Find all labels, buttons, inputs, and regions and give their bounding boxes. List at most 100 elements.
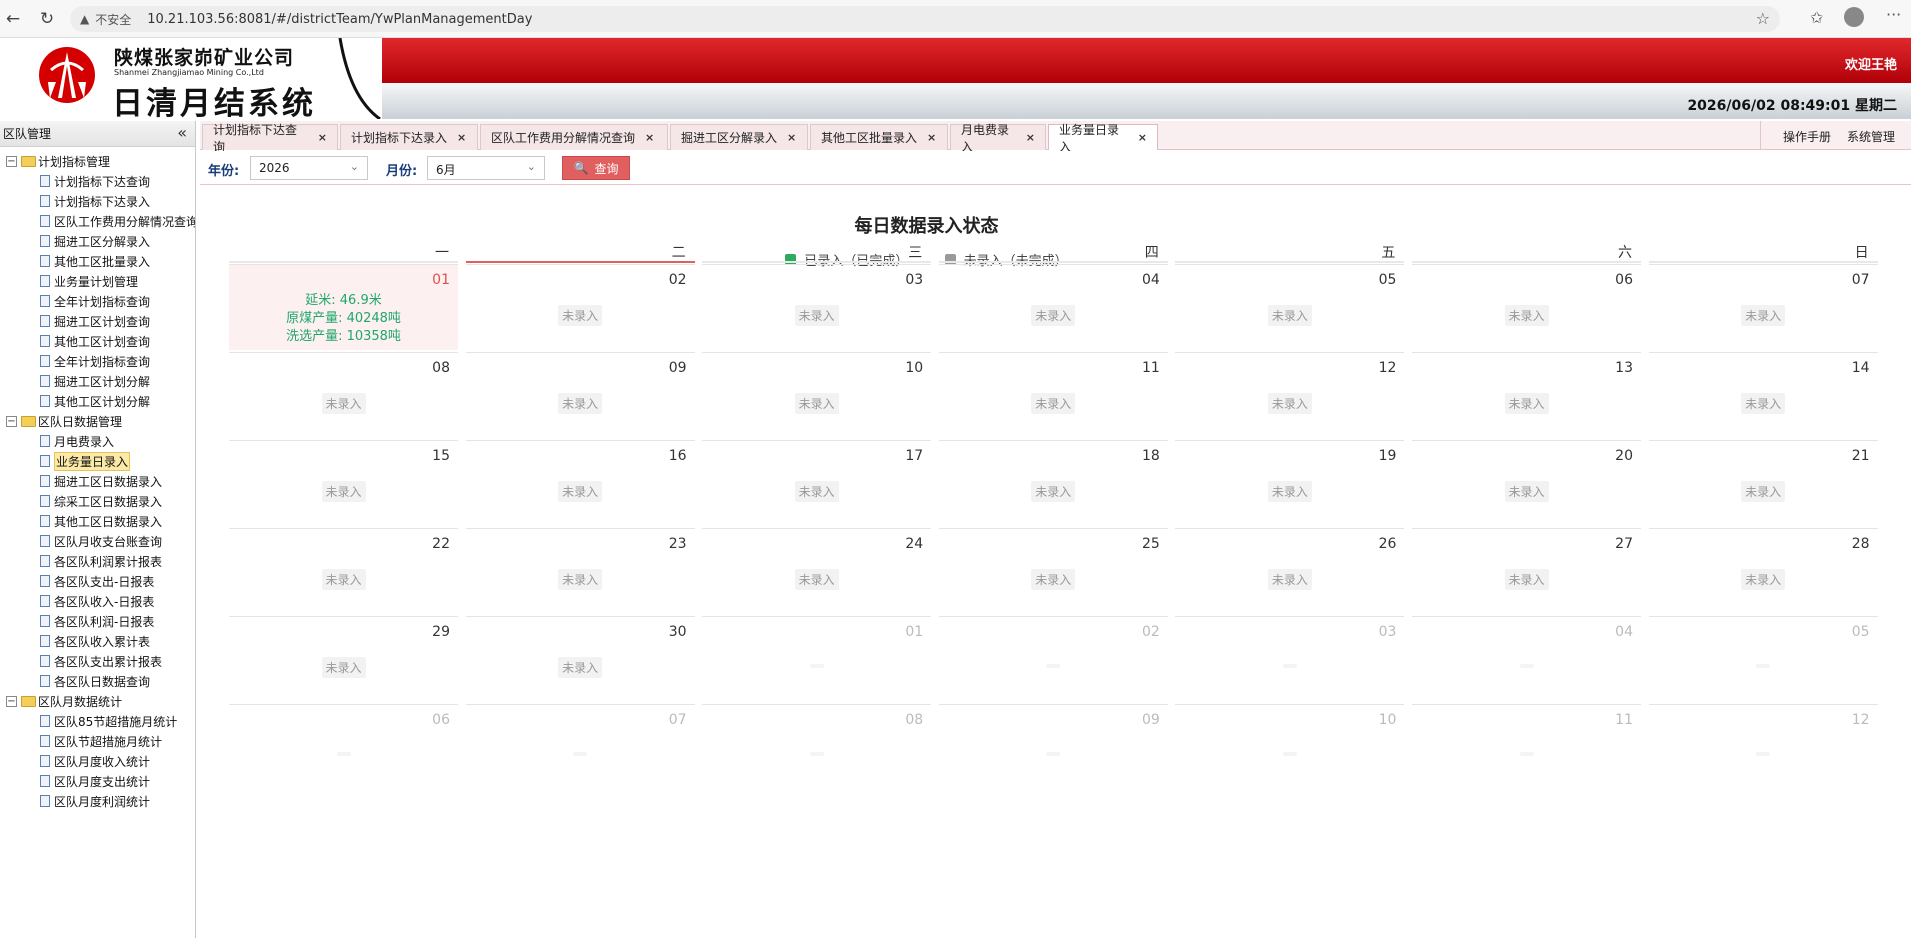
sidebar-item[interactable]: 其他工区计划分解 bbox=[0, 391, 195, 411]
calendar-day-cell[interactable]: 22 未录入 bbox=[229, 528, 458, 614]
sidebar-item[interactable]: 区队月度支出统计 bbox=[0, 771, 195, 791]
calendar-day-cell[interactable]: 11 未录入 bbox=[938, 352, 1168, 438]
tab[interactable]: 业务量日录入 × bbox=[1048, 123, 1158, 154]
sidebar-item[interactable]: 月电费录入 bbox=[0, 431, 195, 451]
collapse-icon[interactable]: − bbox=[6, 415, 17, 427]
reload-icon[interactable]: ↻ bbox=[36, 8, 58, 30]
calendar-day-cell[interactable]: 25 未录入 bbox=[938, 528, 1168, 614]
calendar-day-cell[interactable]: 27 未录入 bbox=[1412, 528, 1641, 614]
system-management-link[interactable]: 系统管理 bbox=[1847, 128, 1895, 145]
weekday-header: 四 bbox=[1144, 245, 1159, 261]
calendar-day-cell[interactable]: 28 未录入 bbox=[1648, 528, 1878, 614]
sidebar-item[interactable]: 区队月度收入统计 bbox=[0, 751, 195, 771]
sidebar-item[interactable]: 全年计划指标查询 bbox=[0, 291, 195, 311]
collapse-icon[interactable]: − bbox=[6, 155, 17, 167]
sidebar-item[interactable]: 各区队收入-日报表 bbox=[0, 591, 195, 611]
tab-label: 月电费录入 bbox=[961, 122, 1010, 154]
sidebar-item[interactable]: 掘进工区计划查询 bbox=[0, 311, 195, 331]
calendar-day-cell[interactable]: 14 未录入 bbox=[1648, 352, 1878, 438]
calendar-day-cell[interactable]: 21 未录入 bbox=[1648, 440, 1878, 526]
sidebar-item[interactable]: 区队工作费用分解情况查询 bbox=[0, 211, 195, 231]
collapse-sidebar-icon[interactable]: « bbox=[177, 123, 187, 142]
tab[interactable]: 计划指标下达录入 × bbox=[340, 124, 478, 150]
calendar-day-cell[interactable]: 16 未录入 bbox=[465, 440, 695, 526]
tab[interactable]: 计划指标下达查询 × bbox=[202, 123, 338, 154]
calendar-day-cell[interactable]: 23 未录入 bbox=[465, 528, 695, 614]
close-icon[interactable]: × bbox=[457, 131, 466, 144]
sidebar-item[interactable]: 区队85节超措施月统计 bbox=[0, 711, 195, 731]
sidebar-item[interactable]: 各区队利润-日报表 bbox=[0, 611, 195, 631]
sidebar-item[interactable]: 区队节超措施月统计 bbox=[0, 731, 195, 751]
calendar-day-cell[interactable]: 18 未录入 bbox=[938, 440, 1168, 526]
calendar-day-cell[interactable]: 26 未录入 bbox=[1175, 528, 1405, 614]
query-button[interactable]: 🔍 查询 bbox=[562, 156, 630, 180]
sidebar-item[interactable]: 其他工区日数据录入 bbox=[0, 511, 195, 531]
tree-group[interactable]: − 计划指标管理 bbox=[0, 151, 195, 171]
sidebar-item[interactable]: 掘进工区计划分解 bbox=[0, 371, 195, 391]
collapse-icon[interactable]: − bbox=[6, 695, 17, 707]
bookmark-star-icon[interactable]: ☆ bbox=[1756, 9, 1770, 28]
more-menu-icon[interactable]: ··· bbox=[1886, 5, 1901, 24]
sidebar-item[interactable]: 掘进工区分解录入 bbox=[0, 231, 195, 251]
close-icon[interactable]: × bbox=[1026, 131, 1035, 144]
status-badge: 未录入 bbox=[558, 305, 603, 326]
sidebar-item-label: 业务量日录入 bbox=[54, 451, 131, 471]
tree-group[interactable]: − 区队月数据统计 bbox=[0, 691, 195, 711]
help-manual-link[interactable]: 操作手册 bbox=[1783, 128, 1831, 145]
sidebar-item[interactable]: 区队月度利润统计 bbox=[0, 791, 195, 811]
calendar-day-cell[interactable]: 24 未录入 bbox=[702, 528, 932, 614]
tab[interactable]: 其他工区批量录入 × bbox=[810, 124, 948, 150]
calendar-day-cell[interactable]: 01 延米: 46.9米 原煤产量: 40248吨 洗选产量: 10358吨 bbox=[229, 264, 458, 350]
calendar-day-cell[interactable]: 05 未录入 bbox=[1175, 264, 1405, 350]
calendar-day-cell[interactable]: 19 未录入 bbox=[1175, 440, 1405, 526]
tab[interactable]: 月电费录入 × bbox=[950, 123, 1046, 154]
calendar-day-cell[interactable]: 29 未录入 bbox=[229, 616, 458, 702]
favorites-icon[interactable]: ✩ bbox=[1810, 8, 1823, 27]
calendar-day-cell[interactable]: 20 未录入 bbox=[1412, 440, 1641, 526]
calendar-day-cell[interactable]: 09 未录入 bbox=[465, 352, 695, 438]
sidebar-item[interactable]: 综采工区日数据录入 bbox=[0, 491, 195, 511]
tree-group[interactable]: − 区队日数据管理 bbox=[0, 411, 195, 431]
sidebar-item[interactable]: 各区队收入累计表 bbox=[0, 631, 195, 651]
close-icon[interactable]: × bbox=[787, 131, 796, 144]
sidebar-item[interactable]: 计划指标下达录入 bbox=[0, 191, 195, 211]
calendar-day-cell[interactable]: 13 未录入 bbox=[1412, 352, 1641, 438]
url-text[interactable]: 10.21.103.56:8081/#/districtTeam/YwPlanM… bbox=[147, 12, 532, 27]
calendar-day-cell[interactable]: 06 未录入 bbox=[1412, 264, 1641, 350]
weekday-underline bbox=[1648, 261, 1878, 263]
close-icon[interactable]: × bbox=[318, 131, 327, 144]
sidebar-item[interactable]: 业务量计划管理 bbox=[0, 271, 195, 291]
back-icon[interactable]: ← bbox=[2, 8, 24, 30]
sidebar-item[interactable]: 各区队支出-日报表 bbox=[0, 571, 195, 591]
sidebar-item[interactable]: 业务量日录入 bbox=[0, 451, 195, 471]
tab[interactable]: 区队工作费用分解情况查询 × bbox=[480, 124, 668, 150]
calendar-day-cell[interactable]: 03 未录入 bbox=[702, 264, 932, 350]
sidebar-item[interactable]: 各区队支出累计报表 bbox=[0, 651, 195, 671]
month-select[interactable]: 6月 ⌄ bbox=[427, 156, 545, 180]
calendar-day-cell[interactable]: 15 未录入 bbox=[229, 440, 458, 526]
profile-avatar-icon[interactable] bbox=[1844, 7, 1864, 27]
sidebar-item[interactable]: 各区队日数据查询 bbox=[0, 671, 195, 691]
tab[interactable]: 掘进工区分解录入 × bbox=[670, 124, 808, 150]
year-select[interactable]: 2026 ⌄ bbox=[250, 156, 368, 180]
calendar-day-cell[interactable]: 12 未录入 bbox=[1175, 352, 1405, 438]
calendar-day-cell[interactable]: 02 未录入 bbox=[465, 264, 695, 350]
address-bar[interactable]: ▲ 不安全 10.21.103.56:8081/#/districtTeam/Y… bbox=[70, 6, 1780, 32]
sidebar-item[interactable]: 其他工区批量录入 bbox=[0, 251, 195, 271]
calendar-day-cell[interactable]: 30 未录入 bbox=[465, 616, 695, 702]
calendar-day-cell[interactable]: 04 未录入 bbox=[938, 264, 1168, 350]
close-icon[interactable]: × bbox=[1138, 131, 1147, 144]
calendar-day-cell[interactable]: 07 未录入 bbox=[1648, 264, 1878, 350]
calendar-day-cell[interactable]: 17 未录入 bbox=[702, 440, 932, 526]
sidebar-item[interactable]: 全年计划指标查询 bbox=[0, 351, 195, 371]
close-icon[interactable]: × bbox=[927, 131, 936, 144]
calendar-day-cell[interactable]: 08 未录入 bbox=[229, 352, 458, 438]
sidebar-item[interactable]: 各区队利润累计报表 bbox=[0, 551, 195, 571]
sidebar-item[interactable]: 其他工区计划查询 bbox=[0, 331, 195, 351]
calendar-day-cell[interactable]: 10 未录入 bbox=[702, 352, 932, 438]
sidebar-item[interactable]: 区队月收支台账查询 bbox=[0, 531, 195, 551]
sidebar-item[interactable]: 计划指标下达查询 bbox=[0, 171, 195, 191]
sidebar-item[interactable]: 掘进工区日数据录入 bbox=[0, 471, 195, 491]
close-icon[interactable]: × bbox=[645, 131, 654, 144]
status-badge: 未录入 bbox=[1031, 569, 1076, 590]
